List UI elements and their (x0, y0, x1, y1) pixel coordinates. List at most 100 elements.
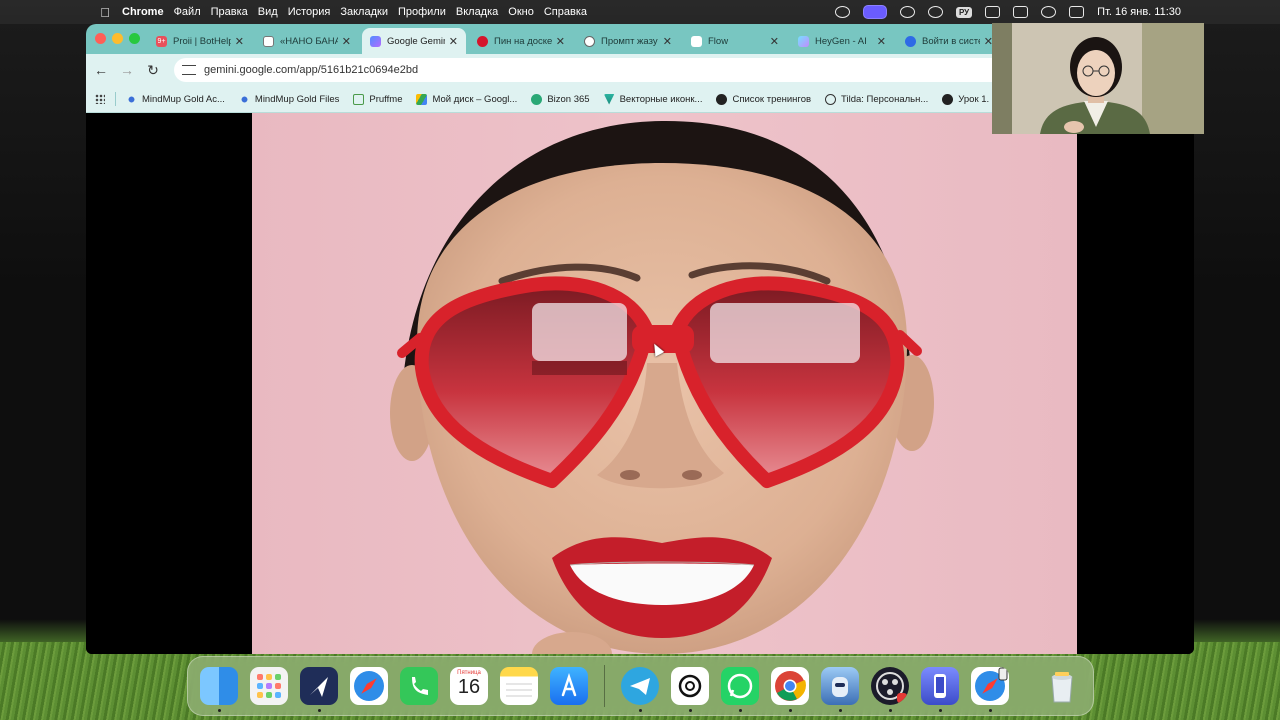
gemini-icon (370, 35, 381, 47)
forward-arrow-icon[interactable]: → (114, 62, 140, 78)
flow-icon (691, 35, 702, 47)
dock-running-indicator (889, 709, 892, 712)
chrome-icon[interactable] (771, 667, 809, 705)
menu-profiles[interactable]: Профили (398, 6, 446, 18)
heygen-icon (798, 35, 809, 47)
bizon-icon (531, 93, 543, 105)
tab-close-icon[interactable]: ✕ (877, 35, 886, 48)
bookmark-trainings[interactable]: Список тренингов (716, 93, 812, 105)
menu-file[interactable]: Файл (174, 6, 201, 18)
menu-bar-tray: РУ Пт. 16 янв. 11:30 (834, 0, 1280, 24)
cloud-sync-icon[interactable] (927, 6, 943, 18)
apps-grid-icon[interactable] (95, 94, 105, 104)
menu-edit[interactable]: Правка (211, 6, 248, 18)
menu-history[interactable]: История (288, 6, 331, 18)
tab-close-icon[interactable]: ✕ (663, 35, 672, 48)
tab-login[interactable]: Войти в систему ✕ (897, 28, 1001, 54)
creative-cloud-icon[interactable] (834, 6, 850, 18)
bookmark-bizon365[interactable]: Bizon 365 (531, 93, 590, 105)
safari-technology-preview-icon[interactable] (971, 667, 1009, 705)
menu-bar-clock[interactable]: Пт. 16 янв. 11:30 (1097, 6, 1181, 18)
generated-image[interactable] (252, 113, 1077, 654)
notes-icon[interactable] (500, 667, 538, 705)
bookmark-mindmup-files[interactable]: MindMup Gold Files (238, 93, 339, 105)
menu-bookmarks[interactable]: Закладки (340, 6, 388, 18)
tab-nano-banana[interactable]: «НАНО БАНАНА» ✕ (255, 28, 359, 54)
tab-heygen[interactable]: HeyGen - AI ✕ (790, 28, 894, 54)
screen-share-icon[interactable] (862, 5, 887, 19)
tab-close-icon[interactable]: ✕ (235, 35, 244, 48)
tab-title: Пин на доске (494, 35, 552, 47)
facetime-phone-icon[interactable] (400, 667, 438, 705)
minimize-window-button[interactable] (112, 33, 123, 44)
bookmark-vector-icons[interactable]: Векторные иконк... (603, 93, 702, 105)
apple-icon[interactable]:  (96, 5, 114, 20)
battery-icon[interactable] (1013, 6, 1029, 18)
tab-close-icon[interactable]: ✕ (449, 35, 458, 48)
robot-icon (832, 677, 848, 697)
address-bar[interactable]: gemini.google.com/app/5161b21c0694e2bd (174, 58, 1114, 82)
bookmark-label: Pruffme (369, 93, 403, 105)
whatsapp-icon[interactable] (721, 667, 759, 705)
app-store-icon[interactable] (550, 667, 588, 705)
menu-window[interactable]: Окно (508, 6, 534, 18)
bookmark-label: Список тренингов (732, 93, 812, 105)
menu-app-name[interactable]: Chrome (122, 6, 164, 18)
tab-title: Flow (708, 35, 729, 47)
tab-google-gemini[interactable]: Google Gemini ✕ (362, 28, 466, 54)
automator-icon[interactable] (821, 667, 859, 705)
compass-icon (975, 667, 1008, 701)
bookmark-label: Tilda: Персональн... (841, 93, 929, 105)
tab-flow[interactable]: Flow ✕ (683, 28, 787, 54)
tab-close-icon[interactable]: ✕ (556, 35, 565, 48)
simulator-icon[interactable] (921, 667, 959, 705)
calendar-icon[interactable]: Пятница 16 (450, 667, 488, 705)
vector-icon (603, 93, 615, 105)
copilot-icon[interactable] (300, 667, 338, 705)
notes-lines-icon (506, 683, 532, 697)
tab-pinterest[interactable]: Пин на доске ✕ (469, 28, 573, 54)
bookmark-tilda[interactable]: Tilda: Персональн... (825, 93, 929, 105)
back-arrow-icon[interactable]: ← (88, 62, 114, 78)
site-settings-icon[interactable] (182, 65, 196, 75)
input-language-badge[interactable]: РУ (955, 6, 973, 18)
close-window-button[interactable] (95, 33, 106, 44)
tab-close-icon[interactable]: ✕ (770, 35, 779, 48)
settings-gear-icon[interactable] (899, 6, 915, 18)
menu-view[interactable]: Вид (258, 6, 278, 18)
openai-icon (584, 35, 595, 47)
google-drive-icon (416, 93, 428, 105)
tab-close-icon[interactable]: ✕ (342, 35, 351, 48)
chrome-logo-icon (775, 671, 806, 701)
dock-running-indicator (218, 709, 221, 712)
maximize-window-button[interactable] (129, 33, 140, 44)
telegram-icon[interactable] (621, 667, 659, 705)
safari-icon[interactable] (350, 667, 388, 705)
reload-icon[interactable]: ↻ (140, 62, 166, 79)
dock-running-indicator (639, 709, 642, 712)
mindmup-icon (238, 93, 250, 105)
bookmark-mindmup-account[interactable]: MindMup Gold Ac... (126, 93, 225, 105)
menu-help[interactable]: Справка (544, 6, 587, 18)
search-icon[interactable] (1041, 6, 1057, 18)
tab-chatgpt-prompt[interactable]: Промпт жазу ✕ (576, 28, 680, 54)
bookmark-label: MindMup Gold Ac... (142, 93, 225, 105)
launchpad-icon[interactable] (250, 667, 288, 705)
pinterest-icon (477, 35, 488, 47)
send-arrow-icon (310, 677, 328, 697)
dock-running-indicator (789, 709, 792, 712)
bookmark-pruffme[interactable]: Pruffme (353, 93, 403, 105)
bookmark-google-drive[interactable]: Мой диск – Googl... (416, 93, 517, 105)
chatgpt-icon[interactable] (671, 667, 709, 705)
trash-icon[interactable] (1043, 667, 1081, 705)
url-text[interactable]: gemini.google.com/app/5161b21c0694e2bd (204, 64, 418, 76)
bookmark-label: Bizon 365 (547, 93, 590, 105)
control-center-icon[interactable] (1069, 6, 1085, 18)
menu-tab[interactable]: Вкладка (456, 6, 498, 18)
wifi-icon[interactable] (985, 6, 1001, 18)
device-icon (934, 674, 946, 698)
obs-logo-icon (876, 672, 907, 703)
tab-bothelp[interactable]: 9+ Proii | BotHelp ✕ (148, 28, 252, 54)
finder-icon[interactable] (200, 667, 238, 705)
obs-icon[interactable] (871, 667, 909, 705)
